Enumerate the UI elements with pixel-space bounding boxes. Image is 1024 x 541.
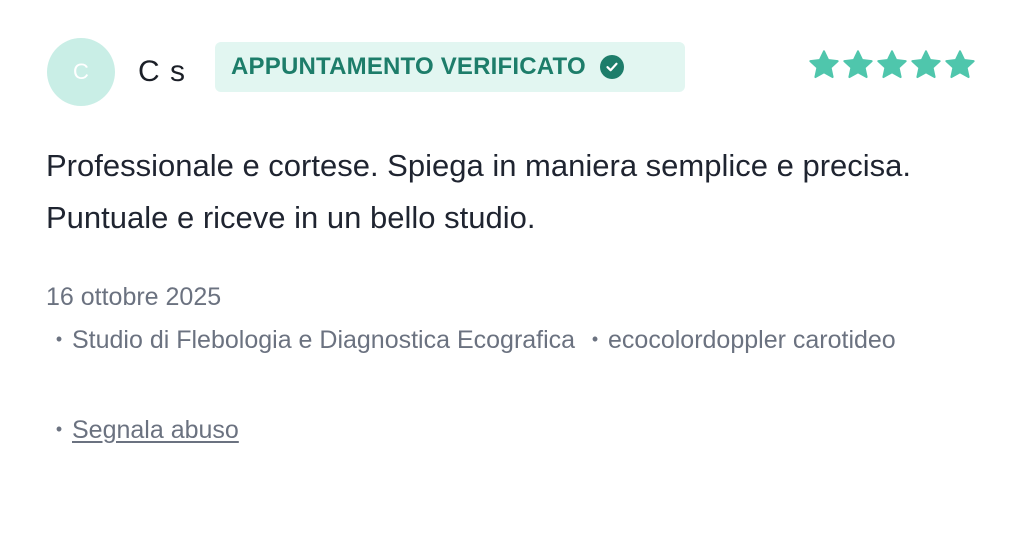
facility-name: Studio di Flebologia e Diagnostica Ecogr… bbox=[72, 326, 576, 354]
star-icon bbox=[945, 50, 975, 79]
author-name: C s bbox=[138, 55, 186, 88]
star-icon bbox=[809, 50, 839, 79]
star-icon bbox=[843, 50, 873, 79]
check-circle-icon bbox=[599, 55, 624, 79]
review-card: C C s APPUNTAMENTO VERIFICATO Profession… bbox=[0, 0, 1024, 541]
star-icon bbox=[911, 50, 941, 79]
report-row: • Segnala abuso bbox=[46, 408, 239, 451]
avatar-initial: C bbox=[73, 59, 89, 84]
report-abuse-link[interactable]: Segnala abuso bbox=[72, 416, 239, 444]
bullet-separator: • bbox=[591, 329, 599, 349]
bullet-separator: • bbox=[55, 329, 63, 349]
star-icon bbox=[877, 50, 907, 79]
review-text: Professionale e cortese. Spiega in manie… bbox=[46, 148, 912, 235]
star-rating bbox=[808, 48, 976, 82]
review-date: 16 ottobre 2025 bbox=[46, 283, 222, 311]
avatar: C bbox=[47, 38, 115, 106]
service-name: ecocolordoppler carotideo bbox=[608, 326, 896, 354]
bullet-separator: • bbox=[55, 419, 63, 439]
review-meta: • Studio di Flebologia e Diagnostica Ecog… bbox=[46, 318, 926, 361]
verified-appointment-badge: APPUNTAMENTO VERIFICATO bbox=[215, 42, 685, 92]
badge-label: APPUNTAMENTO VERIFICATO bbox=[231, 53, 586, 80]
